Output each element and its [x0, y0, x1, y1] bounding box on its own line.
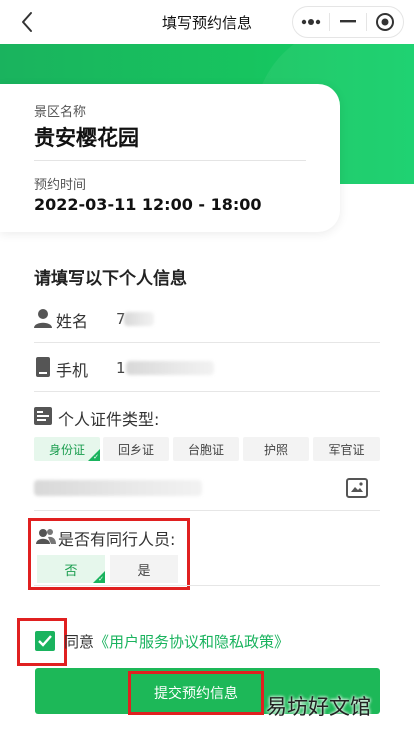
check-icon: ✓ — [98, 575, 104, 583]
id-type-option[interactable]: 军官证 — [313, 437, 380, 461]
id-type-label: 个人证件类型: — [58, 410, 160, 429]
id-type-option-label: 身份证 — [48, 442, 85, 457]
section-title: 请填写以下个人信息 — [34, 269, 187, 289]
watermark: 易坊好文馆 — [266, 695, 371, 719]
group-icon — [36, 528, 56, 548]
scenic-label: 景区名称 — [34, 105, 87, 120]
phone-blur — [126, 361, 214, 375]
phone-field[interactable]: 1 — [116, 359, 126, 377]
id-type-option[interactable]: 台胞证 — [173, 437, 239, 461]
name-label: 姓名 — [56, 312, 89, 331]
policy-link[interactable]: 《用户服务协议和隐私政策》 — [94, 633, 289, 651]
companion-option-label: 是 — [137, 563, 151, 579]
top-nav-bar: 填写预约信息 — [0, 0, 414, 44]
divider — [34, 585, 380, 586]
id-type-option[interactable]: 护照 — [243, 437, 309, 461]
id-type-options: 身份证 ✓ 回乡证 台胞证 护照 军官证 — [34, 437, 380, 461]
id-type-option-label: 台胞证 — [187, 442, 224, 457]
id-number-field[interactable] — [34, 480, 202, 496]
card-divider — [34, 160, 306, 161]
companion-option-yes[interactable]: 是 — [110, 555, 178, 583]
scenic-name: 贵安樱花园 — [34, 126, 139, 150]
more-dots-icon[interactable] — [293, 7, 329, 37]
person-icon — [34, 308, 52, 332]
agree-prefix: 同意 — [64, 633, 95, 651]
agree-text: 同意《用户服务协议和隐私政策》 — [64, 631, 289, 652]
agree-checkbox[interactable] — [35, 631, 55, 651]
mini-program-capsule — [292, 6, 404, 38]
divider — [34, 510, 380, 511]
submit-highlight-box[interactable]: 提交预约信息 — [128, 671, 264, 715]
name-blur — [124, 312, 154, 326]
companion-option-no[interactable]: 否 ✓ — [37, 555, 105, 583]
minimize-icon[interactable] — [330, 7, 366, 37]
time-label: 预约时间 — [34, 178, 87, 193]
time-value: 2022-03-11 12:00 - 18:00 — [34, 195, 262, 214]
id-type-option-label: 回乡证 — [117, 442, 154, 457]
id-type-option[interactable]: 回乡证 — [103, 437, 169, 461]
companion-label: 是否有同行人员: — [58, 530, 176, 549]
phone-icon — [36, 357, 50, 381]
scan-icon[interactable] — [346, 478, 368, 498]
id-type-option-label: 护照 — [263, 442, 288, 457]
check-icon: ✓ — [93, 453, 99, 461]
id-type-option[interactable]: 身份证 ✓ — [34, 437, 100, 461]
submit-label: 提交预约信息 — [154, 686, 238, 702]
divider — [34, 342, 380, 343]
close-target-icon[interactable] — [367, 7, 403, 37]
phone-label: 手机 — [56, 361, 89, 380]
id-type-option-label: 军官证 — [328, 442, 365, 457]
id-card-icon — [34, 407, 52, 429]
divider — [34, 391, 380, 392]
companion-option-label: 否 — [64, 563, 78, 579]
